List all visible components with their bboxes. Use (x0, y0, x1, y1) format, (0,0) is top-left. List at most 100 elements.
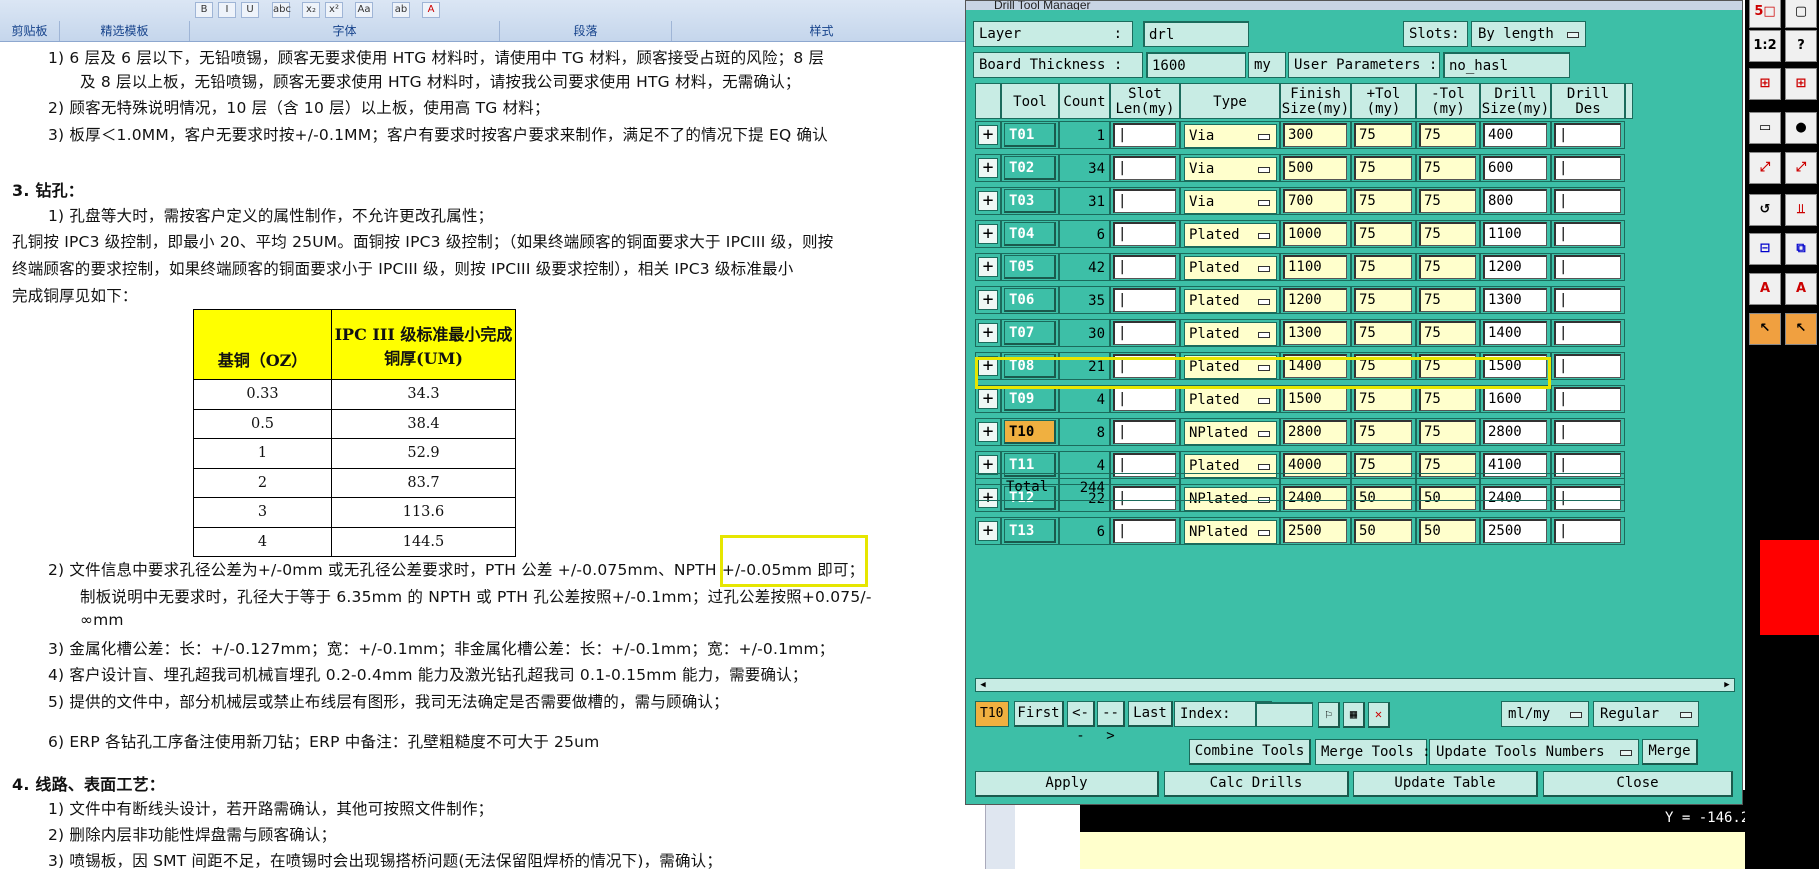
plus-tol-input[interactable]: 75 (1354, 387, 1412, 411)
slot-len-input[interactable]: | (1113, 387, 1176, 411)
pointer-icon[interactable]: ↖ (1749, 313, 1781, 345)
type-dropdown[interactable]: Via (1184, 190, 1277, 214)
expand-row-icon[interactable]: + (978, 455, 998, 475)
minus-tol-input[interactable]: 75 (1419, 387, 1476, 411)
finish-size-input[interactable]: 2500 (1283, 519, 1347, 543)
highlight-button[interactable]: ab (392, 2, 410, 18)
minus-tol-input[interactable]: 75 (1419, 321, 1476, 345)
plus-tol-input[interactable]: 75 (1354, 123, 1412, 147)
drill-des-input[interactable]: | (1554, 222, 1621, 246)
expand-row-icon[interactable]: + (978, 257, 998, 277)
dot-icon[interactable]: ● (1785, 112, 1817, 144)
drill-des-input[interactable]: | (1554, 123, 1621, 147)
tool-button[interactable]: T07 (1004, 321, 1056, 345)
drill-size-input[interactable]: 400 (1483, 123, 1547, 147)
plus-tol-input[interactable]: 75 (1354, 189, 1412, 213)
minus-tol-input[interactable]: 75 (1419, 222, 1476, 246)
tool-icon[interactable]: A (1785, 273, 1817, 305)
minus-tol-input[interactable]: 75 (1419, 156, 1476, 180)
slot-len-input[interactable]: | (1113, 123, 1176, 147)
type-dropdown[interactable]: Plated (1184, 322, 1277, 346)
command-line[interactable] (1080, 832, 1819, 869)
tool-icon[interactable]: 5□ (1749, 0, 1781, 28)
slot-len-input[interactable]: | (1113, 519, 1176, 543)
update-table-button[interactable]: Update Table (1353, 771, 1538, 797)
tool-icon[interactable]: ⤢ (1785, 152, 1817, 184)
table-horizontal-scrollbar[interactable]: ◀ ▶ (975, 678, 1735, 692)
units-dropdown[interactable]: ml/my (1501, 701, 1589, 727)
previous-button[interactable]: <-- (1067, 701, 1095, 744)
finish-size-input[interactable]: 1300 (1283, 321, 1347, 345)
type-dropdown[interactable]: Via (1184, 157, 1277, 181)
drill-des-input[interactable]: | (1554, 189, 1621, 213)
finish-size-input[interactable]: 1000 (1283, 222, 1347, 246)
plus-tol-input[interactable]: 75 (1354, 156, 1412, 180)
next-button[interactable]: --> (1097, 701, 1125, 744)
finish-size-input[interactable]: 500 (1283, 156, 1347, 180)
slot-len-input[interactable]: | (1113, 255, 1176, 279)
expand-row-icon[interactable]: + (978, 290, 998, 310)
tool-icon[interactable]: ⫫ (1785, 194, 1817, 226)
expand-row-icon[interactable]: + (978, 323, 998, 343)
expand-row-icon[interactable]: + (978, 521, 998, 541)
combine-tools-button[interactable]: Combine Tools (1189, 739, 1311, 765)
finish-size-input[interactable]: 1100 (1283, 255, 1347, 279)
tool-icon[interactable]: ⧉ (1785, 233, 1817, 265)
drill-size-input[interactable]: 1300 (1483, 288, 1547, 312)
bold-button[interactable]: B (195, 2, 213, 18)
drill-des-input[interactable]: | (1554, 420, 1621, 444)
tool-icon[interactable]: ↖ (1785, 313, 1817, 345)
update-tools-numbers-dropdown[interactable]: Update Tools Numbers (1429, 739, 1639, 765)
slot-len-input[interactable]: | (1113, 420, 1176, 444)
drill-des-input[interactable]: | (1554, 156, 1621, 180)
doc-scrollbar[interactable] (985, 800, 1015, 869)
mode-dropdown[interactable]: Regular (1593, 701, 1699, 727)
last-button[interactable]: Last (1128, 701, 1173, 727)
change-case-button[interactable]: Aa (355, 2, 373, 18)
drill-des-input[interactable]: | (1554, 387, 1621, 411)
slot-len-input[interactable]: | (1113, 189, 1176, 213)
minus-tol-input[interactable]: 75 (1419, 420, 1476, 444)
user-parameters-field[interactable]: no_hasl (1443, 52, 1570, 78)
plus-tol-input[interactable]: 75 (1354, 321, 1412, 345)
type-dropdown[interactable]: Via (1184, 124, 1277, 148)
flag-icon[interactable]: ⚐ (1318, 702, 1340, 728)
delete-icon[interactable]: ✕ (1368, 702, 1390, 728)
type-dropdown[interactable]: Plated (1184, 256, 1277, 280)
expand-row-icon[interactable]: + (978, 422, 998, 442)
apply-button[interactable]: Apply (975, 771, 1159, 797)
drill-des-input[interactable]: | (1554, 321, 1621, 345)
tool-icon[interactable]: A (1749, 273, 1781, 305)
tool-button[interactable]: T05 (1004, 255, 1056, 279)
minus-tol-input[interactable]: 75 (1419, 189, 1476, 213)
expand-row-icon[interactable]: + (978, 125, 998, 145)
slot-len-input[interactable]: | (1113, 321, 1176, 345)
type-dropdown[interactable]: NPlated (1184, 421, 1277, 445)
slot-len-input[interactable]: | (1113, 222, 1176, 246)
type-dropdown[interactable]: Plated (1184, 388, 1277, 412)
plus-tol-input[interactable]: 75 (1354, 255, 1412, 279)
close-button[interactable]: Close (1543, 771, 1733, 797)
tool-icon[interactable]: ⊟ (1749, 233, 1781, 265)
undo-icon[interactable]: ↺ (1749, 194, 1781, 226)
help-icon[interactable]: ? (1785, 30, 1817, 62)
finish-size-input[interactable]: 700 (1283, 189, 1347, 213)
first-button[interactable]: First (1014, 701, 1064, 727)
drill-size-input[interactable]: 1600 (1483, 387, 1547, 411)
scroll-right-arrow-icon[interactable]: ▶ (1720, 679, 1734, 691)
expand-row-icon[interactable]: + (978, 158, 998, 178)
tool-button[interactable]: T10 (1004, 420, 1056, 444)
finish-size-input[interactable]: 1500 (1283, 387, 1347, 411)
type-dropdown[interactable]: NPlated (1184, 520, 1277, 544)
tool-icon[interactable]: ▢ (1785, 0, 1817, 28)
tool-icon[interactable]: ⤢ (1749, 152, 1781, 184)
tool-button[interactable]: T06 (1004, 288, 1056, 312)
tool-button[interactable]: T03 (1004, 189, 1056, 213)
drill-des-input[interactable]: | (1554, 354, 1621, 378)
tool-icon[interactable]: 1:2 (1749, 30, 1781, 62)
calc-drills-button[interactable]: Calc Drills (1164, 771, 1349, 797)
tool-button[interactable]: T04 (1004, 222, 1056, 246)
expand-row-icon[interactable]: + (978, 191, 998, 211)
layer-field[interactable]: drl (1143, 21, 1249, 47)
tool-icon[interactable]: ⊞ (1749, 68, 1781, 100)
